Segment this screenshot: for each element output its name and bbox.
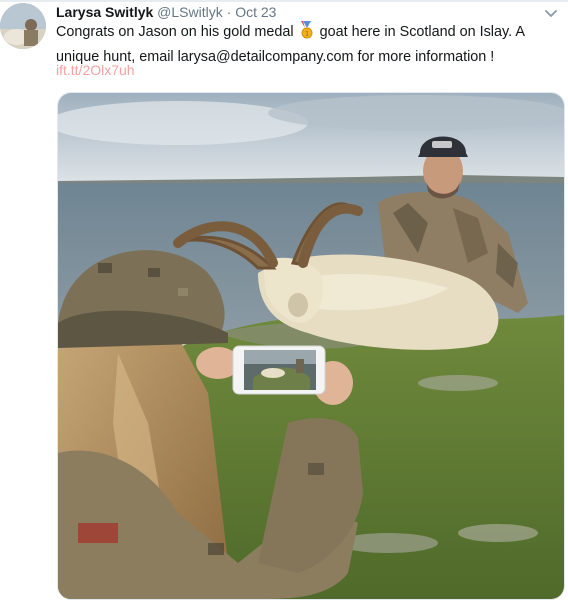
- tweet-text: Congrats on Jason on his gold medal 1 go…: [56, 21, 546, 68]
- avatar[interactable]: [0, 3, 46, 49]
- divider: [0, 0, 568, 2]
- tweet-date[interactable]: Oct 23: [235, 4, 276, 20]
- hunt-photo: [58, 93, 564, 599]
- avatar-image: [0, 3, 46, 49]
- author-handle[interactable]: @LSwitlyk: [157, 4, 223, 20]
- tweet-link[interactable]: ift.tt/2Olx7uh: [56, 62, 135, 78]
- separator-dot: ·: [226, 4, 232, 20]
- author-name[interactable]: Larysa Switlyk: [56, 4, 153, 20]
- chevron-down-icon[interactable]: [544, 6, 558, 17]
- tweet-text-part1: Congrats on Jason on his gold medal: [56, 24, 294, 40]
- svg-text:1: 1: [305, 31, 309, 38]
- tweet-header: Larysa Switlyk @LSwitlyk · Oct 23: [56, 3, 276, 21]
- tweet-photo[interactable]: [57, 92, 565, 600]
- gold-medal-icon: 1: [300, 21, 314, 46]
